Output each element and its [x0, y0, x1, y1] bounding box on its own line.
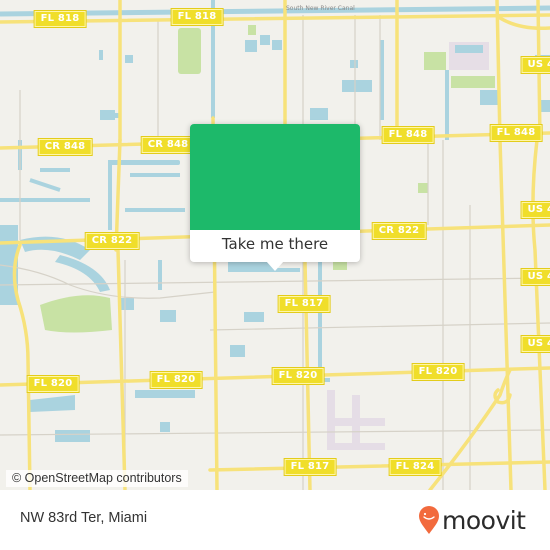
- canal-label: South New River Canal: [286, 5, 355, 12]
- place-name: NW 83rd Ter, Miami: [20, 510, 148, 526]
- road-label-fl817: FL 817: [278, 296, 330, 312]
- road-label-fl824: FL 824: [389, 459, 441, 475]
- popup-pointer: [266, 261, 284, 271]
- road-label-cr822: CR 822: [85, 233, 139, 249]
- road-label-cr848: CR 848: [141, 137, 195, 153]
- road-label-fl820: FL 820: [412, 364, 464, 380]
- destination-popup: Take me there: [190, 124, 360, 271]
- road-label-cr822: CR 822: [372, 223, 426, 239]
- map-attribution[interactable]: © OpenStreetMap contributors: [6, 470, 188, 487]
- moovit-logo[interactable]: moovit: [418, 504, 526, 536]
- road-label-fl820: FL 820: [150, 372, 202, 388]
- road-label-cr848: CR 848: [38, 139, 92, 155]
- road-label-fl820: FL 820: [27, 376, 79, 392]
- footer: NW 83rd Ter, Miami moovit: [0, 490, 550, 550]
- road-label-us441: US 441: [521, 57, 550, 73]
- take-me-there-button[interactable]: Take me there: [190, 230, 360, 262]
- road-label-fl820: FL 820: [272, 368, 324, 384]
- road-label-fl848: FL 848: [382, 127, 434, 143]
- road-label-fl818: FL 818: [171, 9, 223, 25]
- road-label-us441: US 441: [521, 336, 550, 352]
- road-label-us441: US 441: [521, 202, 550, 218]
- road-label-fl848: FL 848: [490, 125, 542, 141]
- road-label-fl817: FL 817: [284, 459, 336, 475]
- moovit-wordmark: moovit: [442, 505, 526, 535]
- road-label-us441: US 441: [521, 269, 550, 285]
- road-label-fl818: FL 818: [34, 11, 86, 27]
- map[interactable]: South New River Canal FL 818 FL 818 CR 8…: [0, 0, 550, 490]
- popup-image: [190, 124, 360, 230]
- moovit-pin-icon: [419, 506, 439, 534]
